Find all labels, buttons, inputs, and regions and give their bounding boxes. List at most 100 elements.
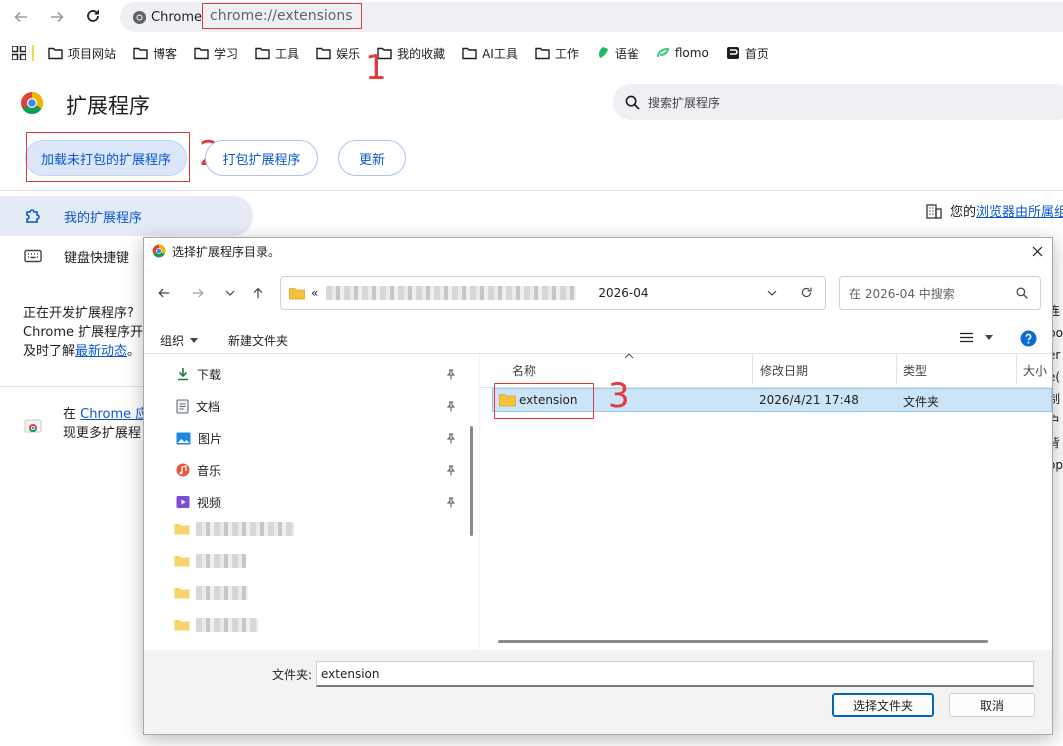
sort-up-icon bbox=[624, 353, 634, 359]
chevron-down-icon bbox=[767, 290, 777, 296]
dev-line-3: 及时了解最新动态。 bbox=[23, 342, 148, 361]
recent-locations-button[interactable] bbox=[220, 283, 240, 303]
page-title: 扩展程序 bbox=[66, 94, 150, 118]
nav-pane-scrollbar[interactable] bbox=[470, 426, 473, 536]
bookmark-item[interactable]: 学习 bbox=[194, 45, 238, 62]
flomo-icon bbox=[656, 46, 670, 60]
back-button[interactable] bbox=[11, 7, 31, 27]
reload-button[interactable] bbox=[83, 6, 103, 26]
bookmark-label: 娱乐 bbox=[336, 46, 361, 61]
web-store-logo bbox=[24, 417, 42, 433]
folder-icon bbox=[133, 47, 148, 60]
folder-field-label: 文件夹: bbox=[272, 668, 313, 682]
dev-line-3-suffix: 。 bbox=[127, 344, 141, 359]
search-icon bbox=[1016, 287, 1028, 299]
blurred-name bbox=[196, 586, 248, 600]
quick-access-item[interactable]: 文档 bbox=[176, 390, 220, 422]
select-folder-button[interactable]: 选择文件夹 bbox=[832, 693, 934, 717]
pin-icon bbox=[446, 401, 456, 412]
document-icon bbox=[176, 398, 189, 414]
quick-access-item[interactable]: 下载 bbox=[176, 358, 221, 390]
folder-icon bbox=[48, 47, 63, 60]
arrow-left-icon bbox=[14, 11, 27, 23]
folder-icon bbox=[255, 47, 270, 60]
new-folder-button[interactable]: 新建文件夹 bbox=[228, 332, 288, 349]
chrome-color-logo-icon bbox=[21, 92, 43, 114]
column-type[interactable]: 类型 bbox=[903, 362, 927, 379]
folder-icon bbox=[462, 47, 477, 60]
quick-access-item[interactable]: 视频 bbox=[176, 486, 221, 518]
column-date[interactable]: 修改日期 bbox=[760, 362, 808, 379]
quick-access-label: 文档 bbox=[196, 399, 221, 414]
bookmark-item[interactable]: 语雀 bbox=[596, 45, 639, 62]
dialog-back-button[interactable] bbox=[154, 283, 174, 303]
cancel-button[interactable]: 取消 bbox=[949, 693, 1035, 717]
folder-icon bbox=[194, 47, 209, 60]
quick-access-item[interactable]: 音乐 bbox=[176, 454, 221, 486]
bookmark-item[interactable]: 我的收藏 bbox=[377, 45, 445, 62]
chrome-logo bbox=[20, 91, 44, 115]
puzzle-icon bbox=[26, 209, 40, 223]
dialog-toolbar: 组织 新建文件夹 bbox=[144, 324, 1052, 354]
column-size[interactable]: 大小 bbox=[1023, 362, 1047, 379]
update-button[interactable]: 更新 bbox=[338, 140, 406, 176]
bookmark-item[interactable]: 工作 bbox=[535, 45, 579, 62]
file-list-scrollbar[interactable] bbox=[498, 640, 988, 643]
extensions-search-input[interactable]: 搜索扩展程序 bbox=[613, 84, 1063, 120]
dialog-search-input[interactable]: 在 2026-04 中搜索 bbox=[839, 276, 1041, 310]
help-button[interactable] bbox=[1020, 330, 1037, 347]
managed-link[interactable]: 浏览器由所属组 bbox=[976, 201, 1063, 220]
navigation-pane: 下载文档图片音乐视频 bbox=[144, 354, 479, 650]
list-view-icon bbox=[960, 332, 973, 343]
dialog-close-button[interactable] bbox=[1028, 242, 1046, 260]
pin-icon bbox=[446, 369, 456, 380]
column-name[interactable]: 名称 bbox=[512, 362, 536, 379]
annotation-1: 1 bbox=[365, 48, 387, 88]
bookmark-item[interactable]: flomo bbox=[656, 46, 709, 60]
quick-access-item[interactable]: 图片 bbox=[176, 422, 222, 454]
sidebar-label: 键盘快捷键 bbox=[64, 250, 130, 266]
close-icon bbox=[1032, 246, 1042, 256]
bookmark-item[interactable]: 娱乐 bbox=[316, 45, 360, 62]
chevron-down-icon bbox=[225, 290, 235, 296]
developer-info: 正在开发扩展程序? Chrome 扩展程序开 及时了解最新动态。 bbox=[23, 304, 148, 361]
apps-button[interactable] bbox=[12, 46, 26, 60]
bookmark-label: flomo bbox=[674, 46, 709, 60]
bookmark-item[interactable]: 工具 bbox=[255, 45, 299, 62]
bookmark-label: 首页 bbox=[744, 46, 769, 61]
url-value: chrome://extensions bbox=[210, 8, 353, 24]
download-icon bbox=[176, 367, 190, 381]
annotation-box-extension bbox=[494, 383, 594, 419]
organize-button[interactable]: 组织 bbox=[160, 332, 199, 349]
toolbar-divider bbox=[0, 190, 1063, 191]
bookmark-item[interactable]: 首页 bbox=[726, 45, 769, 62]
file-type: 文件夹 bbox=[903, 395, 940, 409]
bookmark-item[interactable]: AI工具 bbox=[462, 45, 518, 62]
folder-icon bbox=[174, 620, 190, 631]
dialog-forward-button[interactable] bbox=[188, 283, 208, 303]
quick-access-label: 音乐 bbox=[197, 463, 222, 478]
up-folder-button[interactable] bbox=[248, 283, 268, 303]
bookmark-label: 语雀 bbox=[614, 46, 639, 61]
quick-access-label: 视频 bbox=[197, 495, 222, 510]
folder-name-input[interactable]: extension bbox=[316, 661, 1034, 687]
dialog-address-bar[interactable]: « 2026-04 bbox=[280, 276, 826, 310]
bookmark-label: 学习 bbox=[214, 46, 239, 61]
pin-icon bbox=[446, 465, 456, 476]
bookmark-item[interactable]: 项目网站 bbox=[48, 45, 116, 62]
column-separator bbox=[1016, 354, 1017, 384]
sidebar-item-my-extensions[interactable]: 我的扩展程序 bbox=[0, 196, 253, 236]
latest-news-link[interactable]: 最新动态 bbox=[75, 344, 127, 359]
url-text[interactable]: chrome://extensions bbox=[202, 3, 362, 29]
dev-line-1: 正在开发扩展程序? bbox=[23, 306, 134, 321]
chrome-web-store-link[interactable]: Chrome 应 bbox=[80, 407, 145, 422]
pack-extension-button[interactable]: 打包扩展程序 bbox=[205, 140, 318, 176]
blurred-path bbox=[326, 286, 577, 300]
folder-icon bbox=[174, 588, 190, 599]
bookmark-item[interactable]: 博客 bbox=[133, 45, 177, 62]
forward-button[interactable] bbox=[47, 7, 67, 27]
caret-down-icon bbox=[190, 337, 199, 343]
refresh-icon[interactable] bbox=[800, 286, 813, 299]
view-options-button[interactable] bbox=[960, 332, 993, 343]
site-chip[interactable]: Chrome bbox=[128, 6, 206, 28]
